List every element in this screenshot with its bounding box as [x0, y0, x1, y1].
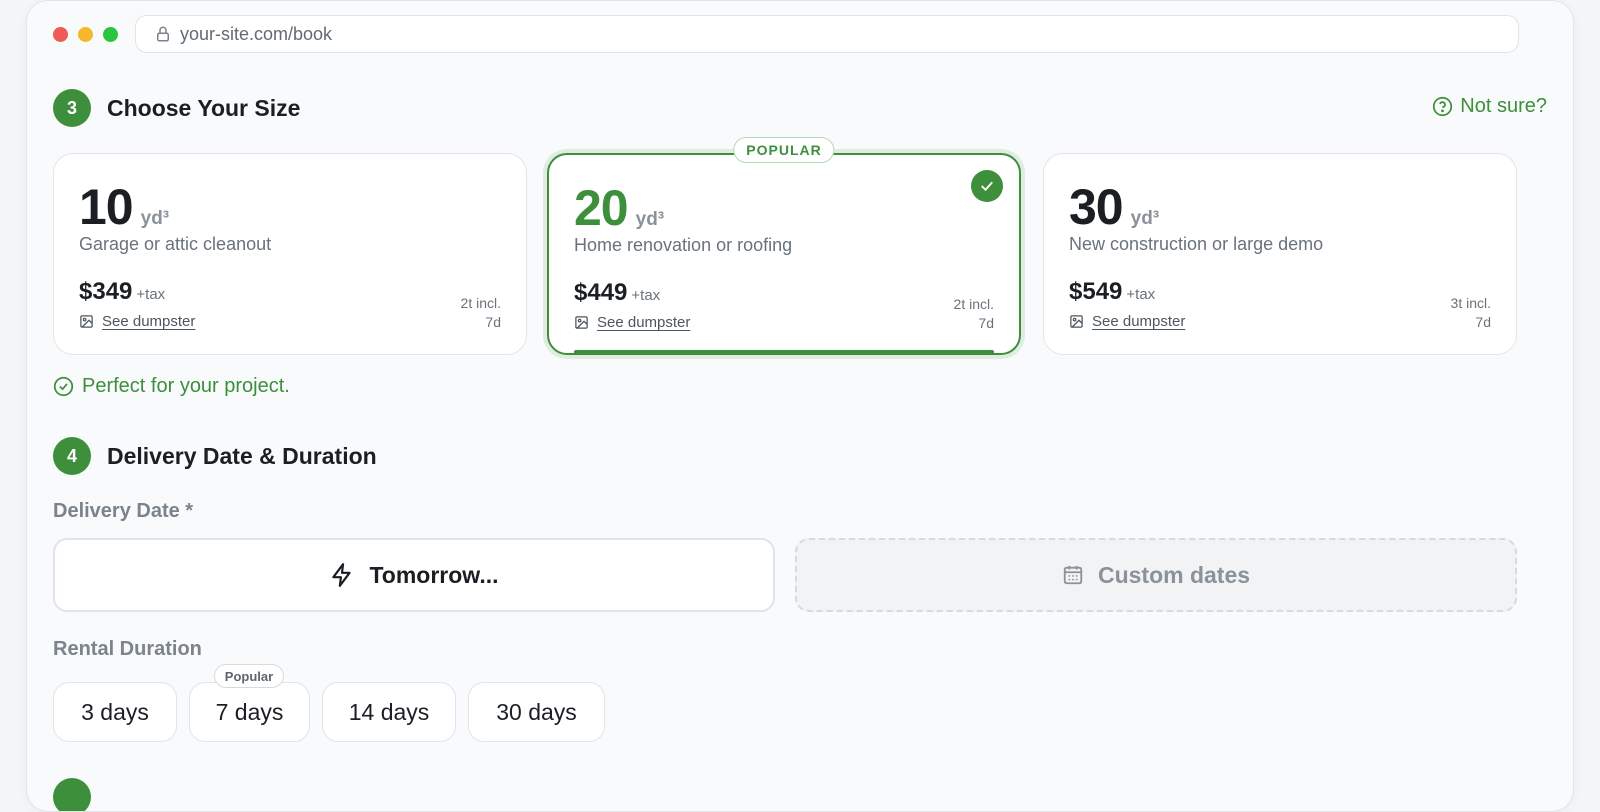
size-card-10[interactable]: 10 yd³ Garage or attic cleanout $349 +tax …: [53, 153, 527, 355]
lightning-icon: [332, 563, 352, 587]
check-circle-icon: [53, 376, 74, 397]
price: $349: [79, 278, 133, 305]
browser-window: your-site.com/book 3 Choose Your Size No…: [26, 0, 1574, 812]
step-number: 3: [53, 89, 91, 127]
duration-label: 30 days: [496, 698, 577, 725]
price: $449: [574, 279, 628, 306]
included-tons: 2t incl.: [953, 296, 994, 312]
see-dumpster-link[interactable]: See dumpster: [574, 314, 690, 331]
close-window-button[interactable]: [53, 27, 68, 42]
included-terms: 2t incl. 7d: [954, 295, 994, 333]
size-confirmation: Perfect for your project.: [53, 375, 290, 398]
lock-icon: [157, 26, 169, 42]
maximize-window-button[interactable]: [103, 27, 118, 42]
next-step-number: [53, 778, 91, 811]
size-description: Garage or attic cleanout: [79, 234, 272, 254]
size-unit: yd³: [1130, 208, 1160, 229]
minimize-window-button[interactable]: [78, 27, 93, 42]
tax-note: +tax: [1126, 286, 1156, 303]
calendar-icon: [1063, 565, 1083, 585]
duration-label: 7 days: [215, 698, 284, 725]
step-number: 4: [53, 437, 91, 475]
included-days: 7d: [485, 314, 501, 330]
see-dumpster-link[interactable]: See dumpster: [1069, 313, 1185, 330]
size-card-30[interactable]: 30 yd³ New construction or large demo $54…: [1043, 153, 1517, 355]
not-sure-link[interactable]: Not sure?: [1432, 95, 1547, 118]
help-circle-icon: [1433, 96, 1453, 117]
section-title: Delivery Date & Duration: [107, 442, 377, 469]
tomorrow-label: Tomorrow...: [369, 561, 499, 588]
tomorrow-button[interactable]: Tomorrow...: [53, 538, 775, 612]
custom-dates-label: Custom dates: [1097, 561, 1251, 588]
duration-option-3-days[interactable]: 3 days: [53, 682, 177, 742]
section-title: Choose Your Size: [107, 94, 301, 121]
image-icon: [575, 316, 588, 329]
window-controls: [53, 27, 118, 42]
size-value: 30: [1069, 179, 1124, 235]
included-terms: 2t incl. 7d: [461, 294, 501, 332]
image-icon: [1070, 315, 1083, 328]
duration-option-30-days[interactable]: 30 days: [468, 682, 605, 742]
duration-label: 14 days: [348, 698, 430, 725]
size-unit: yd³: [140, 208, 170, 229]
url-text: your-site.com/book: [180, 23, 333, 44]
rental-duration-label: Rental Duration: [53, 638, 202, 660]
see-dumpster-label: See dumpster: [1092, 313, 1186, 330]
image-icon: [80, 315, 93, 328]
duration-option-14-days[interactable]: 14 days: [322, 682, 456, 742]
address-bar[interactable]: your-site.com/book: [135, 15, 1519, 53]
included-tons: 2t incl.: [460, 295, 501, 311]
tax-note: +tax: [136, 286, 166, 303]
popular-badge: POPULAR: [733, 137, 835, 163]
included-tons: 3t incl.: [1450, 295, 1491, 311]
included-days: 7d: [978, 315, 994, 331]
size-description: Home renovation or roofing: [574, 235, 793, 255]
delivery-step-header: 4 Delivery Date & Duration: [53, 437, 377, 475]
duration-popular-badge: Popular: [214, 664, 284, 688]
not-sure-label: Not sure?: [1460, 95, 1547, 117]
tax-note: +tax: [631, 287, 661, 304]
size-value: 20: [574, 180, 629, 236]
size-value: 10: [79, 179, 134, 235]
price: $549: [1069, 278, 1123, 305]
size-description: New construction or large demo: [1069, 234, 1324, 254]
duration-option-7-days[interactable]: 7 days: [189, 682, 310, 742]
size-card-20[interactable]: POPULAR 20 yd³ Home renovation or roofing…: [547, 137, 1021, 355]
see-dumpster-label: See dumpster: [102, 313, 196, 330]
included-terms: 3t incl. 7d: [1451, 294, 1491, 332]
selected-check-icon: [971, 170, 1003, 202]
custom-dates-button[interactable]: Custom dates: [795, 538, 1517, 612]
size-step-header: 3 Choose Your Size: [53, 89, 300, 127]
confirmation-text: Perfect for your project.: [82, 375, 290, 397]
see-dumpster-label: See dumpster: [597, 314, 691, 331]
selected-indicator-bar: [574, 350, 994, 354]
duration-label: 3 days: [81, 698, 149, 725]
see-dumpster-link[interactable]: See dumpster: [79, 313, 195, 330]
delivery-date-label: Delivery Date *: [53, 500, 194, 522]
included-days: 7d: [1475, 314, 1491, 330]
size-unit: yd³: [635, 209, 665, 230]
